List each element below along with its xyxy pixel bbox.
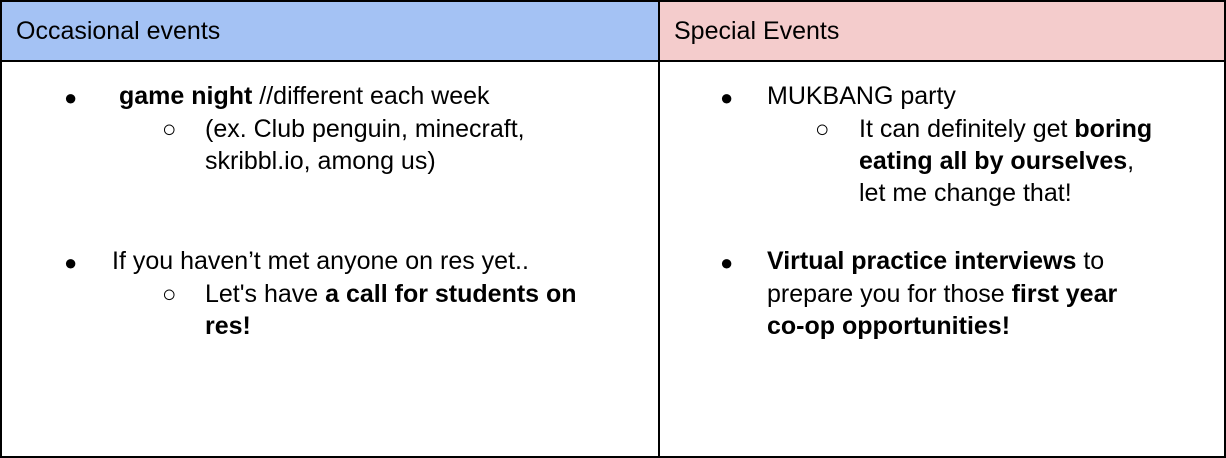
interviews-line3: co-op opportunities! <box>767 310 1010 342</box>
game-examples-line1: (ex. Club penguin, minecraft, <box>205 115 525 143</box>
occasional-events-cell: ● game night //different each week ○ (ex… <box>0 60 660 458</box>
bullet-icon: ● <box>720 85 734 110</box>
bullet-icon: ● <box>64 250 78 275</box>
game-night-label: game night <box>119 82 253 110</box>
call-students-plain: Let's have <box>205 280 326 308</box>
mukbang-detail-line2: eating all by ourselves, <box>859 145 1134 177</box>
events-table: Occasional events Special Events ● game … <box>0 0 1226 458</box>
call-students-bold: a call for students on <box>325 280 577 308</box>
interviews-coop: co-op opportunities! <box>767 312 1011 340</box>
bullet-icon: ● <box>64 85 78 110</box>
special-events-header: Special Events <box>658 0 1226 62</box>
header-row: Occasional events Special Events <box>0 0 1226 62</box>
call-students-bold-end: res! <box>205 312 251 340</box>
mukbang-bold-eating: eating all by ourselves <box>859 147 1128 175</box>
mukbang-plain: It can definitely get <box>859 115 1075 143</box>
occasional-events-title: Occasional events <box>16 17 221 45</box>
interviews-line1: Virtual practice interviews to <box>767 245 1104 277</box>
game-night-item: game night //different each week <box>119 80 490 112</box>
interviews-line2: prepare you for those first year <box>767 278 1117 310</box>
call-students-line1: Let's have a call for students on <box>205 278 577 310</box>
sub-bullet-icon: ○ <box>162 116 177 143</box>
interviews-to: to <box>1076 247 1105 275</box>
game-night-detail: //different each week <box>252 82 490 110</box>
special-events-title: Special Events <box>674 17 840 45</box>
sub-bullet-icon: ○ <box>162 281 177 308</box>
occasional-events-header: Occasional events <box>0 0 660 62</box>
bullet-icon: ● <box>720 250 734 275</box>
special-events-cell: ● MUKBANG party ○ It can definitely get … <box>658 60 1226 458</box>
mukbang-bold-boring: boring <box>1074 115 1153 143</box>
interviews-bold: Virtual practice interviews <box>767 247 1077 275</box>
mukbang-item: MUKBANG party <box>767 82 956 110</box>
body-row: ● game night //different each week ○ (ex… <box>0 60 1226 458</box>
call-students-line2: res! <box>205 310 251 342</box>
interviews-prepare: prepare you for those <box>767 280 1012 308</box>
mukbang-detail-line3: let me change that! <box>859 179 1072 207</box>
meet-anyone-item: If you haven’t met anyone on res yet.. <box>112 247 529 275</box>
game-examples-line2: skribbl.io, among us) <box>205 147 436 175</box>
mukbang-detail-line1: It can definitely get boring <box>859 113 1152 145</box>
sub-bullet-icon: ○ <box>815 116 830 143</box>
mukbang-comma: , <box>1127 147 1135 175</box>
interviews-first-year: first year <box>1011 280 1118 308</box>
